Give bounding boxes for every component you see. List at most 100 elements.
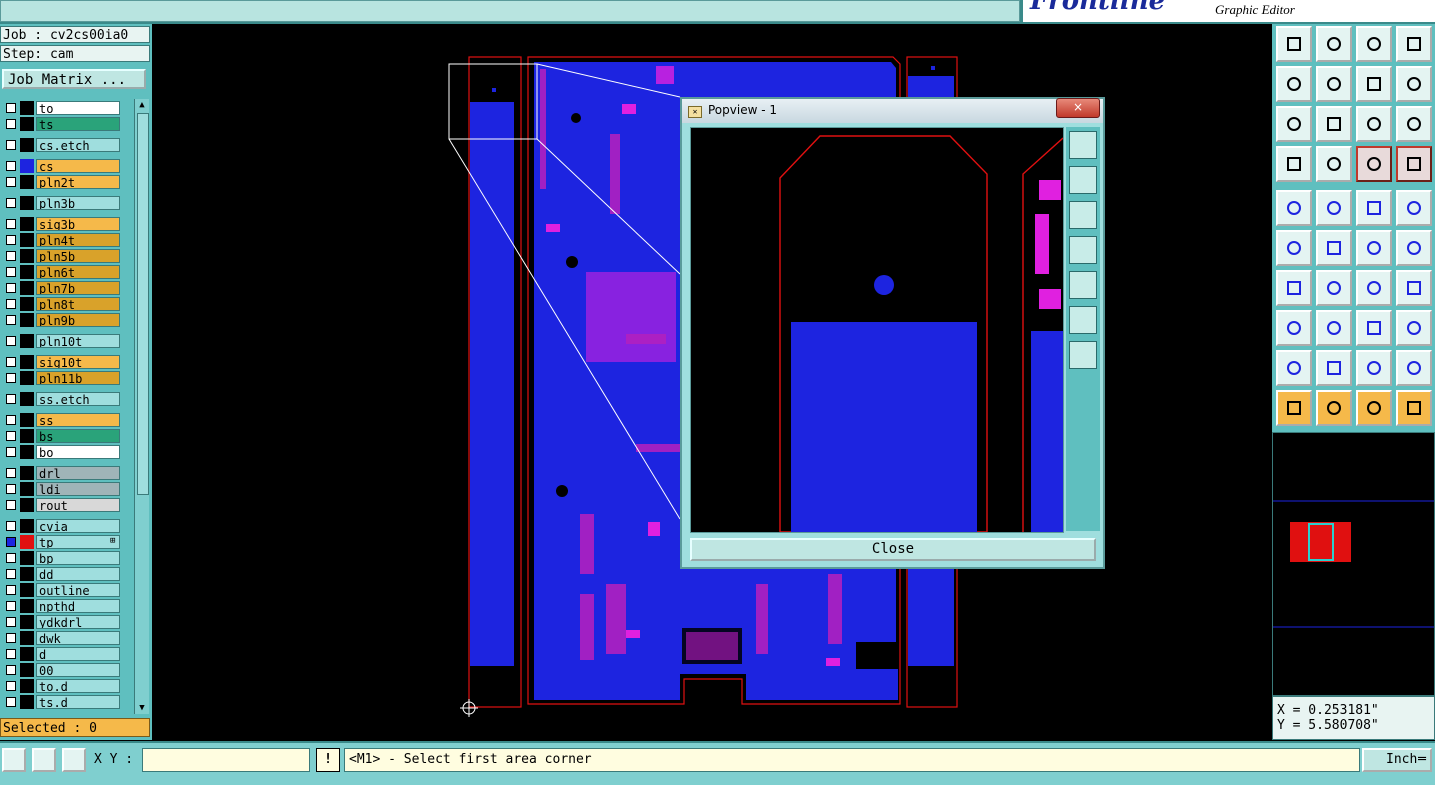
add-line-2-icon[interactable] bbox=[1396, 230, 1432, 266]
layer-row-rout[interactable]: rout bbox=[2, 498, 122, 512]
layer-name[interactable]: cs.etch bbox=[36, 138, 120, 152]
layer-name[interactable]: dwk bbox=[36, 631, 120, 645]
layer-name[interactable]: bo bbox=[36, 445, 120, 459]
layer-row-pln10t[interactable]: pln10t bbox=[2, 334, 122, 348]
grid-icon[interactable] bbox=[1316, 146, 1352, 182]
layer-checkbox[interactable] bbox=[6, 119, 16, 129]
layer-name[interactable]: to.d bbox=[36, 679, 120, 693]
layer-name[interactable]: pln3b bbox=[36, 196, 120, 210]
layer-name[interactable]: pln7b bbox=[36, 281, 120, 295]
layer-name[interactable]: pln2t bbox=[36, 175, 120, 189]
split-view-icon[interactable] bbox=[1396, 26, 1432, 62]
menu-bar[interactable] bbox=[0, 0, 1020, 22]
layer-checkbox[interactable] bbox=[6, 357, 16, 367]
vertex-icon[interactable] bbox=[1316, 350, 1352, 386]
layer-name[interactable]: bp bbox=[36, 551, 120, 565]
layer-name[interactable]: tp bbox=[36, 535, 120, 549]
layer-checkbox[interactable] bbox=[6, 665, 16, 675]
snap-center-icon[interactable] bbox=[1316, 230, 1352, 266]
layer-name[interactable]: cvia bbox=[36, 519, 120, 533]
filled-circle-icon[interactable] bbox=[1396, 190, 1432, 226]
measure-area-icon[interactable] bbox=[1316, 190, 1352, 226]
layer-list-scrollbar[interactable]: ▲ ▼ bbox=[134, 99, 149, 714]
layer-name[interactable]: d bbox=[36, 647, 120, 661]
layer-name[interactable]: pln4t bbox=[36, 233, 120, 247]
split-icon[interactable] bbox=[1316, 310, 1352, 346]
layer-row-dwk[interactable]: dwk bbox=[2, 631, 122, 645]
popview-zoom-window-icon[interactable] bbox=[1069, 131, 1097, 159]
units-select[interactable]: Inch ═ bbox=[1362, 748, 1432, 772]
select-box-icon[interactable] bbox=[1316, 390, 1352, 426]
layer-name[interactable]: npthd bbox=[36, 599, 120, 613]
layer-name[interactable]: ts.d bbox=[36, 695, 120, 709]
layer-checkbox[interactable] bbox=[6, 219, 16, 229]
layer-row-cs[interactable]: cs bbox=[2, 159, 122, 173]
ruler-icon[interactable] bbox=[1356, 190, 1392, 226]
popview-zoom-fit-icon[interactable] bbox=[1069, 341, 1097, 369]
layer-row-00[interactable]: 00 bbox=[2, 663, 122, 677]
scroll-thumb[interactable] bbox=[137, 113, 149, 495]
layer-row-tp[interactable]: tp ⊞ bbox=[2, 535, 122, 549]
layer-name[interactable]: bs bbox=[36, 429, 120, 443]
layer-row-to.d[interactable]: to.d bbox=[2, 679, 122, 693]
layer-row-cs.etch[interactable]: cs.etch bbox=[2, 138, 122, 152]
overview-map[interactable] bbox=[1272, 432, 1435, 696]
arc-icon[interactable] bbox=[1356, 270, 1392, 306]
layer-checkbox[interactable] bbox=[6, 161, 16, 171]
scroll-up-arrow-icon[interactable]: ▲ bbox=[135, 99, 149, 111]
layer-checkbox[interactable] bbox=[6, 394, 16, 404]
help-icon[interactable] bbox=[1396, 106, 1432, 142]
layer-name[interactable]: ss bbox=[36, 413, 120, 427]
open-job-icon[interactable] bbox=[1276, 26, 1312, 62]
popview-pan-left-icon[interactable] bbox=[1069, 236, 1097, 264]
layer-row-to[interactable]: to bbox=[2, 101, 122, 115]
save-job-icon[interactable] bbox=[1316, 26, 1352, 62]
layer-row-pln6t[interactable]: pln6t bbox=[2, 265, 122, 279]
group-icon[interactable] bbox=[1396, 310, 1432, 346]
layer-row-bo[interactable]: bo bbox=[2, 445, 122, 459]
warning-icon[interactable]: ! bbox=[316, 748, 340, 772]
layer-name[interactable]: ydkdrl bbox=[36, 615, 120, 629]
mirror-icon[interactable] bbox=[1396, 270, 1432, 306]
layer-checkbox[interactable] bbox=[6, 633, 16, 643]
polygon-icon[interactable] bbox=[1356, 350, 1392, 386]
draw-line-icon[interactable] bbox=[1316, 270, 1352, 306]
fit-view-icon[interactable] bbox=[1276, 106, 1312, 142]
layer-row-d[interactable]: d bbox=[2, 647, 122, 661]
layer-row-ts.d[interactable]: ts.d bbox=[2, 695, 122, 709]
grid-mode-icon[interactable] bbox=[62, 748, 86, 772]
popview-canvas[interactable] bbox=[690, 127, 1064, 533]
layer-checkbox[interactable] bbox=[6, 521, 16, 531]
layer-checkbox[interactable] bbox=[6, 447, 16, 457]
settings-icon[interactable] bbox=[1276, 146, 1312, 182]
zoom-home-icon[interactable] bbox=[1316, 106, 1352, 142]
layer-row-npthd[interactable]: npthd bbox=[2, 599, 122, 613]
layer-name[interactable]: outline bbox=[36, 583, 120, 597]
layer-row-pln8t[interactable]: pln8t bbox=[2, 297, 122, 311]
layer-row-pln11b[interactable]: pln11b bbox=[2, 371, 122, 385]
layer-checkbox[interactable] bbox=[6, 198, 16, 208]
layer-checkbox[interactable] bbox=[6, 415, 16, 425]
layer-checkbox[interactable] bbox=[6, 484, 16, 494]
pan-right-icon[interactable] bbox=[1316, 66, 1352, 102]
zoom-out-icon[interactable] bbox=[1356, 66, 1392, 102]
connect-icon[interactable] bbox=[1276, 230, 1312, 266]
layer-checkbox[interactable] bbox=[6, 681, 16, 691]
layer-checkbox[interactable] bbox=[6, 373, 16, 383]
scale-1-2-icon[interactable] bbox=[1356, 106, 1392, 142]
polygon-2-icon[interactable] bbox=[1396, 350, 1432, 386]
popview-pan-up-icon[interactable] bbox=[1069, 166, 1097, 194]
pan-left-icon[interactable] bbox=[1276, 66, 1312, 102]
layer-name[interactable]: drl bbox=[36, 466, 120, 480]
select-pad-icon[interactable] bbox=[1276, 190, 1312, 226]
layer-row-drl[interactable]: drl bbox=[2, 466, 122, 480]
layer-compare-icon[interactable] bbox=[1356, 146, 1392, 182]
layer-row-sig10t[interactable]: sig10t bbox=[2, 355, 122, 369]
layer-checkbox[interactable] bbox=[6, 601, 16, 611]
popview-close-button[interactable]: Close bbox=[690, 538, 1096, 561]
layer-row-ydkdrl[interactable]: ydkdrl bbox=[2, 615, 122, 629]
layer-checkbox[interactable] bbox=[6, 617, 16, 627]
layer-checkbox[interactable] bbox=[6, 235, 16, 245]
rotate-icon[interactable] bbox=[1356, 390, 1392, 426]
layer-row-bs[interactable]: bs bbox=[2, 429, 122, 443]
